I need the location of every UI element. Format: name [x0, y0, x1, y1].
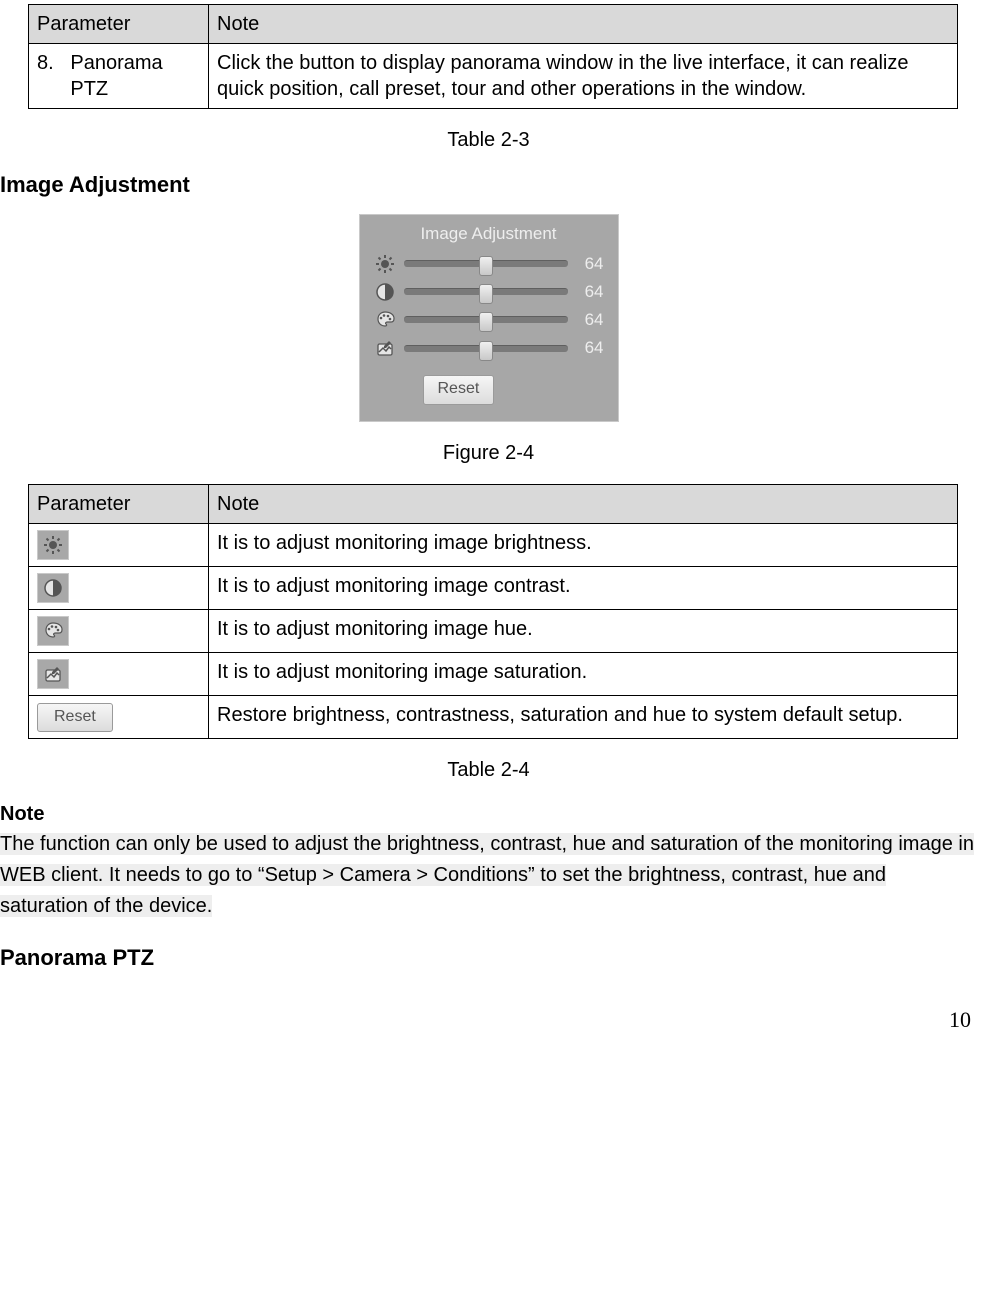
table-row: Reset Restore brightness, contrastness, …	[29, 695, 958, 738]
table-row: It is to adjust monitoring image brightn…	[29, 523, 958, 566]
brightness-icon	[37, 530, 69, 560]
table-header-parameter: Parameter	[29, 5, 209, 44]
table-row: 8. Panorama PTZ Click the button to disp…	[29, 44, 958, 109]
table-header-parameter: Parameter	[29, 484, 209, 523]
row-note: Restore brightness, contrastness, satura…	[209, 695, 958, 738]
saturation-icon	[374, 337, 396, 359]
section-panorama-ptz: Panorama PTZ	[0, 944, 977, 973]
saturation-value: 64	[576, 337, 604, 359]
saturation-slider[interactable]	[404, 345, 568, 352]
saturation-slider-row: 64	[374, 337, 604, 359]
row-number: 8.	[37, 50, 58, 102]
image-adjustment-panel: Image Adjustment 64 64 64 64 Reset	[359, 214, 619, 422]
row-note: It is to adjust monitoring image brightn…	[209, 523, 958, 566]
brightness-icon	[374, 253, 396, 275]
table-header-note: Note	[209, 5, 958, 44]
brightness-slider[interactable]	[404, 260, 568, 267]
contrast-slider-row: 64	[374, 281, 604, 303]
note-body: The function can only be used to adjust …	[0, 829, 977, 922]
saturation-icon	[37, 659, 69, 689]
section-image-adjustment: Image Adjustment	[0, 171, 977, 200]
table-2-4-caption: Table 2-4	[0, 757, 977, 783]
brightness-slider-row: 64	[374, 253, 604, 275]
figure-2-4-caption: Figure 2-4	[0, 440, 977, 466]
row-note: It is to adjust monitoring image hue.	[209, 609, 958, 652]
reset-button[interactable]: Reset	[423, 375, 495, 405]
table-row: It is to adjust monitoring image hue.	[29, 609, 958, 652]
note-heading: Note	[0, 801, 977, 827]
table-row: It is to adjust monitoring image contras…	[29, 566, 958, 609]
row-name: Panorama PTZ	[70, 50, 202, 102]
table-2-3: Parameter Note 8. Panorama PTZ Click the…	[28, 4, 958, 109]
row-note: Click the button to display panorama win…	[209, 44, 958, 109]
hue-icon	[374, 309, 396, 331]
panel-title: Image Adjustment	[368, 223, 610, 245]
table-2-4: Parameter Note It is to adjust monitorin…	[28, 484, 958, 739]
table-row: It is to adjust monitoring image saturat…	[29, 652, 958, 695]
reset-button[interactable]: Reset	[37, 703, 113, 732]
contrast-slider[interactable]	[404, 288, 568, 295]
contrast-icon	[37, 573, 69, 603]
row-note: It is to adjust monitoring image contras…	[209, 566, 958, 609]
contrast-icon	[374, 281, 396, 303]
row-note: It is to adjust monitoring image saturat…	[209, 652, 958, 695]
contrast-value: 64	[576, 281, 604, 303]
hue-icon	[37, 616, 69, 646]
hue-slider[interactable]	[404, 316, 568, 323]
page-number: 10	[0, 1006, 971, 1035]
table-2-3-caption: Table 2-3	[0, 127, 977, 153]
hue-value: 64	[576, 309, 604, 331]
hue-slider-row: 64	[374, 309, 604, 331]
table-header-note: Note	[209, 484, 958, 523]
brightness-value: 64	[576, 253, 604, 275]
